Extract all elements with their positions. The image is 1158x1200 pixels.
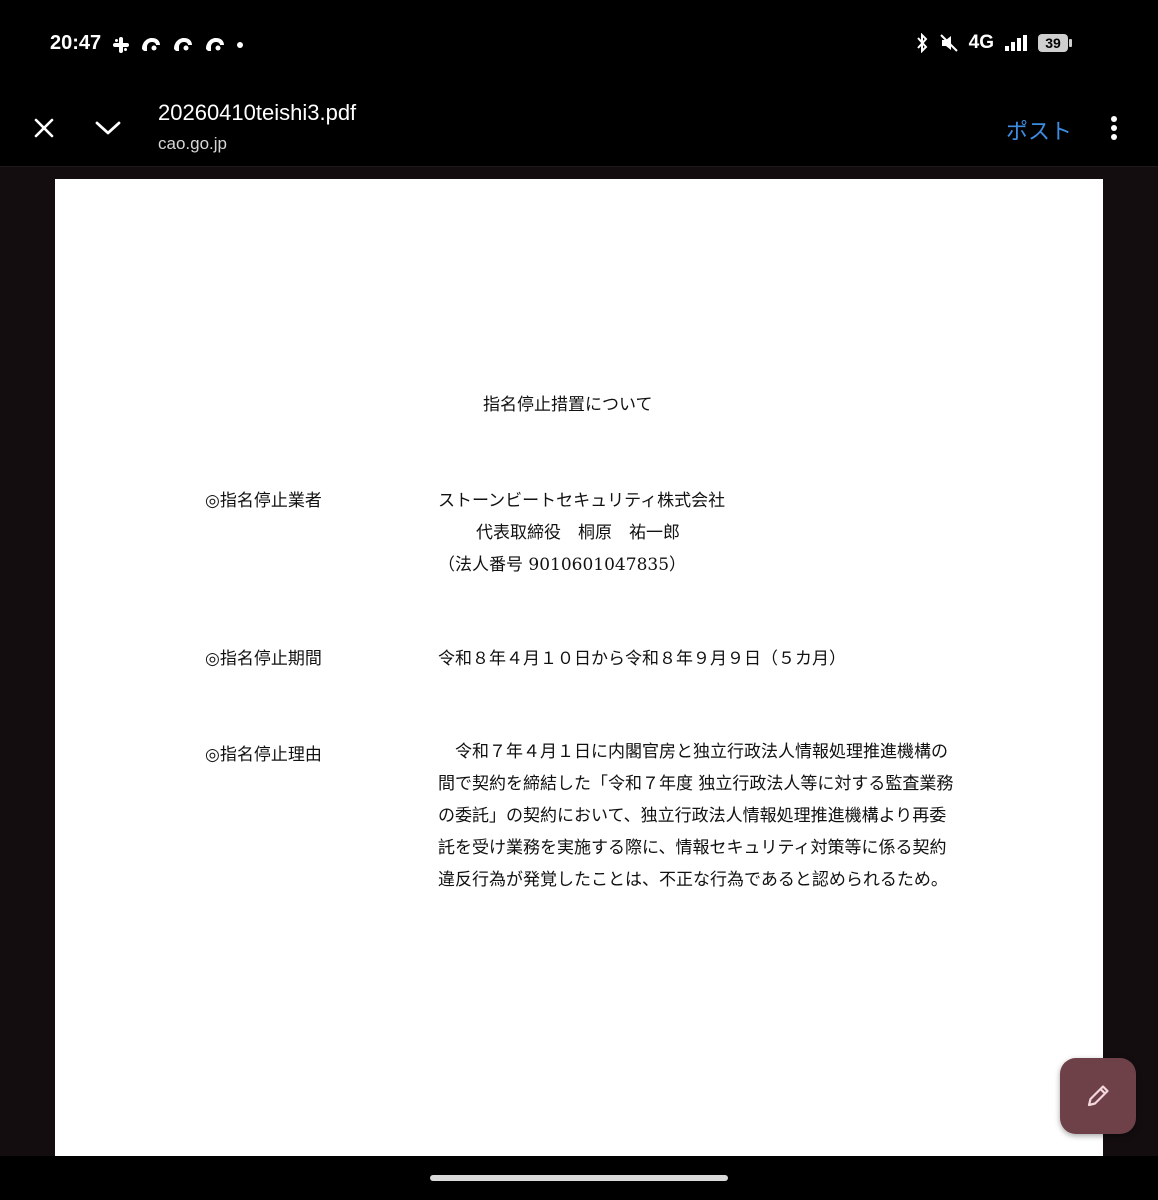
close-button[interactable] (22, 106, 66, 150)
signal-icon (1005, 35, 1027, 51)
pencil-icon (1087, 1085, 1109, 1107)
notification-icons (112, 36, 244, 54)
status-time: 20:47 (50, 32, 102, 54)
network-type: 4G (968, 32, 994, 53)
bird-icon (206, 38, 224, 51)
dot-icon (237, 42, 243, 48)
reason-text: 令和７年４月１日に内閣官房と独立行政法人情報処理推進機構の間で契約を締結した「令… (438, 736, 958, 896)
pdf-page[interactable] (55, 179, 1103, 1169)
corporate-number: （法人番号 9010601047835） (438, 555, 687, 575)
more-vert-icon (1111, 116, 1117, 140)
status-bar: 20:47 4G 39 (0, 0, 1158, 90)
slack-icon (113, 37, 129, 53)
contractor-label: ◎指名停止業者 (205, 491, 322, 511)
post-button[interactable]: ポスト (1006, 114, 1072, 146)
app-bar: 20260410teishi3.pdf cao.go.jp ポスト (0, 90, 1158, 167)
bird-icon (142, 38, 160, 51)
period-label: ◎指名停止期間 (205, 649, 322, 669)
battery-level: 39 (1045, 35, 1061, 51)
chevron-down-icon (95, 121, 121, 135)
status-right: 4G 39 (915, 32, 1072, 54)
bird-icon (174, 38, 192, 51)
mute-icon (939, 34, 958, 52)
file-domain: cao.go.jp (158, 134, 227, 153)
home-indicator[interactable] (430, 1175, 728, 1181)
close-icon (34, 118, 54, 138)
battery-icon: 39 (1038, 34, 1072, 52)
more-options-button[interactable] (1094, 108, 1134, 148)
edit-fab-button[interactable] (1060, 1058, 1136, 1134)
collapse-button[interactable] (86, 106, 130, 150)
representative: 代表取締役 桐原 祐一郎 (476, 523, 680, 543)
company-name: ストーンビートセキュリティ株式会社 (438, 491, 726, 511)
reason-paragraph: 令和７年４月１日に内閣官房と独立行政法人情報処理推進機構の間で契約を締結した「令… (438, 742, 954, 890)
document-title: 指名停止措置について (483, 395, 653, 415)
reason-label: ◎指名停止理由 (205, 745, 322, 765)
bluetooth-icon (916, 33, 928, 53)
period-value: 令和８年４月１０日から令和８年９月９日（５カ月） (438, 649, 846, 669)
file-title: 20260410teishi3.pdf (158, 100, 357, 125)
